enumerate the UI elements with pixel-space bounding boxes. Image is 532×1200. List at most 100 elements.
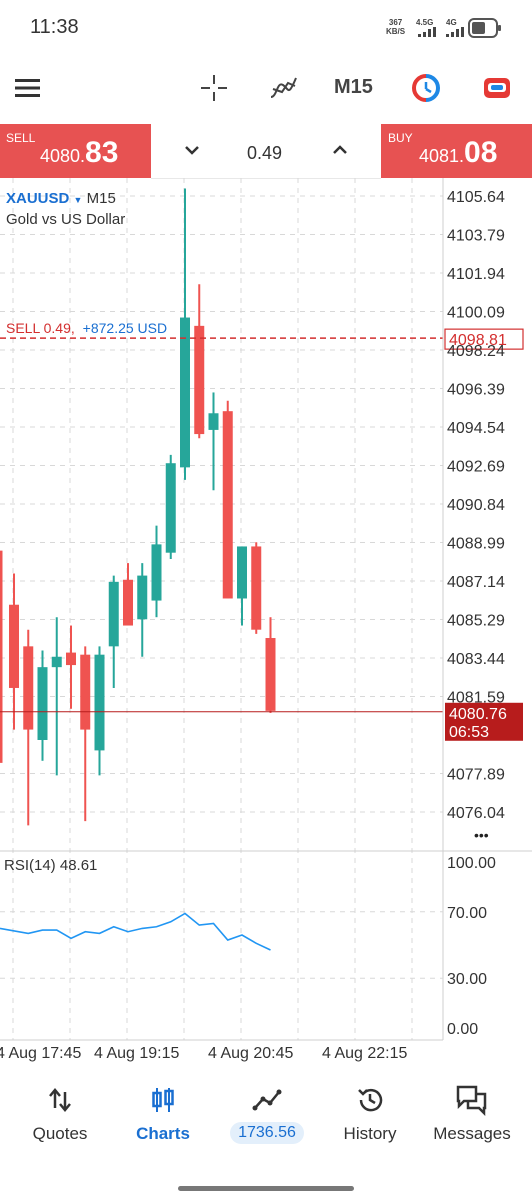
chart-grid [0,178,443,1040]
candle-body [66,652,76,666]
price-tick-label: 4098.24 [447,343,505,360]
time-tick-label: 4 Aug 17:45 [0,1045,82,1062]
candle-body [94,654,105,751]
signal-1-label: 4.5G [416,18,434,27]
sell-price-suffix: 83 [85,136,119,169]
position-profit: +872.25 USD [82,320,168,336]
candle-body [251,546,262,630]
nav-history-label: History [343,1124,397,1143]
quotes-icon [49,1088,71,1112]
symbol-description: Gold vs US Dollar [6,211,126,228]
indicators-icon [270,77,297,98]
charts-icon [152,1088,174,1112]
menu-button[interactable] [10,70,46,106]
signal-1-icon [418,27,436,37]
price-tick-label: 4076.04 [447,805,505,822]
trade-icon [484,78,510,98]
network-speed-value: 367 [388,18,403,27]
time-axis: 4 Aug 17:45 4 Aug 19:15 4 Aug 20:45 4 Aug 2… [0,1045,408,1062]
battery-icon [468,18,501,38]
sell-price-prefix: 4080. [40,146,86,166]
rsi-panel: 100.00 70.00 30.00 0.00 [0,855,496,1038]
price-lines: 4098.814080.7606:53 [0,328,524,741]
time-tick-label: 4 Aug 22:15 [322,1045,408,1062]
price-tick-label: 4096.39 [447,382,505,399]
hamburger-icon [15,79,40,97]
time-tick-label: 4 Aug 20:45 [208,1045,294,1062]
price-tick-label: 4085.29 [447,613,505,630]
candles [0,188,276,826]
candle-body [137,575,148,620]
position-type: SELL 0.49, [6,320,75,336]
status-time: 11:38 [30,16,79,38]
rsi-line [0,912,271,951]
bar-countdown: 06:53 [449,724,489,741]
sell-label: SELL [6,131,36,145]
candle-body [23,646,34,730]
price-tick-label: 4101.94 [447,266,505,283]
volume-decrease-button[interactable] [182,140,202,160]
candle-body [80,654,91,730]
candle-body [51,656,62,668]
price-tick-label: 4105.64 [447,189,505,206]
account-balance: 1736.56 [230,1122,304,1144]
candle-body [9,604,19,688]
rsi-label: RSI(14) 48.61 [4,857,98,874]
buy-label: BUY [388,131,413,145]
price-chart[interactable]: 4098.814080.7606:53 4105.64 4103.79 4101.9… [0,178,532,1068]
nav-messages-label: Messages [433,1124,511,1143]
candle-body [208,413,219,430]
signal-2-icon [446,27,464,37]
candle-body [194,325,205,435]
buy-price-prefix: 4081. [419,146,465,166]
symbol-timeframe: M15 [86,190,116,207]
nav-history[interactable]: History [330,1082,410,1144]
crosshair-button[interactable] [196,70,232,106]
chevron-down-icon [185,146,199,155]
candle-body [265,638,276,711]
history-icon [358,1088,383,1112]
sell-button[interactable]: SELL 4080.83 [0,124,151,178]
bid-price-label: 4080.76 [449,706,507,723]
price-tick-label: 4087.14 [447,574,505,591]
price-tick-label: 4090.84 [447,497,505,514]
nav-charts[interactable]: Charts [122,1082,204,1144]
nav-quotes[interactable]: Quotes [20,1082,100,1144]
candle-body [37,667,48,740]
time-tick-label: 4 Aug 19:15 [94,1045,180,1062]
messages-icon [456,1085,487,1116]
nav-trade[interactable]: 1736.56 [222,1082,312,1144]
trade-button[interactable] [479,70,515,106]
symbol-dropdown-icon: ▼ [73,195,83,205]
symbol-header[interactable]: XAUUSD ▼ M15 [6,190,116,207]
indicators-button[interactable] [266,70,302,106]
crosshair-icon [201,75,227,101]
price-tick-label: 4094.54 [447,420,505,437]
candle-body [108,581,119,647]
volume-increase-button[interactable] [330,140,350,160]
chevron-up-icon [333,145,347,154]
chart-menu-dots: ••• [474,827,489,843]
sell-price: 4080.83 [40,136,118,170]
nav-quotes-label: Quotes [32,1124,88,1143]
rsi-tick-label: 30.00 [447,971,487,988]
candle-body [123,579,133,626]
price-tick-label: 4081.59 [447,690,505,707]
price-tick-label: 4100.09 [447,305,505,322]
network-speed: 367 KB/S [386,18,405,36]
volume-value[interactable]: 0.49 [247,143,282,164]
buy-button[interactable]: BUY 4081.08 [381,124,532,178]
candle-body [222,411,233,599]
candle-body [180,317,190,468]
price-tick-label: 4103.79 [447,228,505,245]
nav-messages[interactable]: Messages [424,1082,520,1144]
candle-body [237,546,247,599]
signal-2-label: 4G [446,18,457,27]
one-click-trading-icon [412,74,440,102]
candle-body [165,463,176,553]
timeframe-button[interactable]: M15 [334,76,373,99]
symbol-name: XAUUSD [6,190,70,207]
position-label[interactable]: SELL 0.49, +872.25 USD [6,320,167,336]
trade-nav-icon [252,1089,282,1111]
one-click-trading-button[interactable] [408,70,444,106]
